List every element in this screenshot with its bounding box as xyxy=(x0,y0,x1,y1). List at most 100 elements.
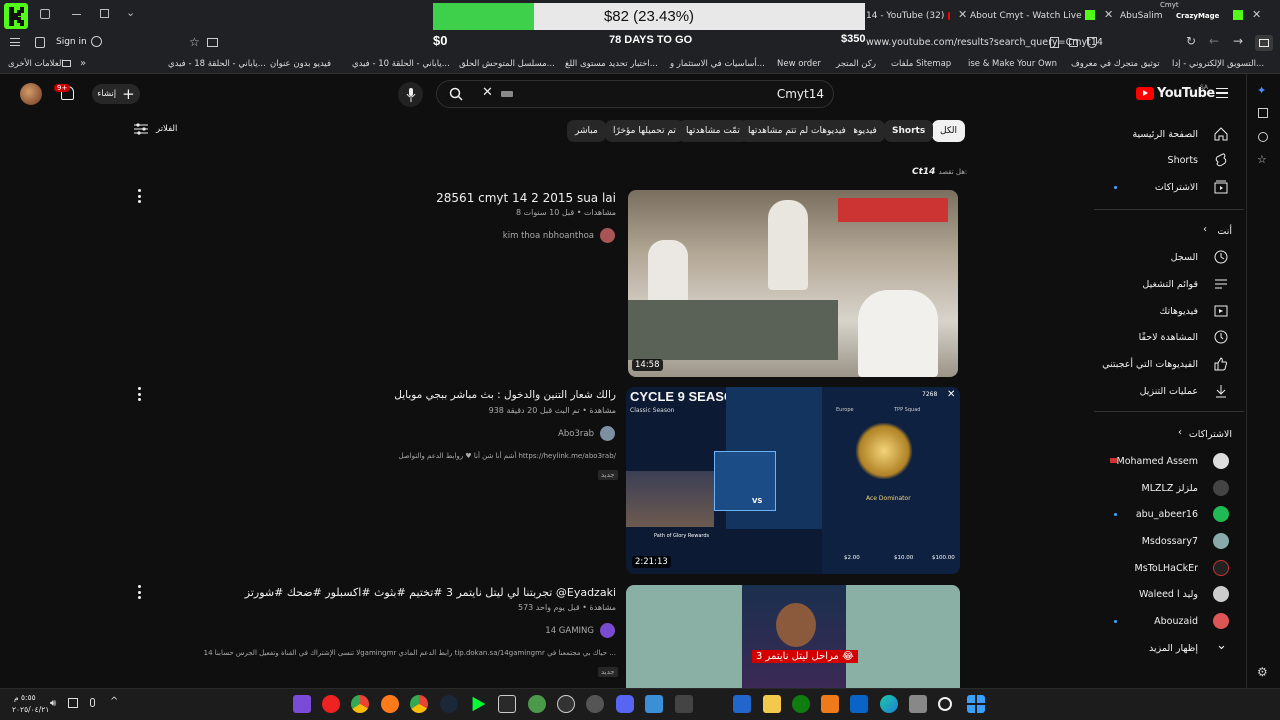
search-input[interactable]: Cmyt14 xyxy=(700,87,824,101)
show-more-button[interactable]: إظهار المزيد xyxy=(1149,643,1198,654)
video-title[interactable]: تجربتنا لي ليتل نايتمر 3 #تختيم #بثوث #ا… xyxy=(245,586,616,599)
chip-all[interactable]: الكل xyxy=(932,120,966,142)
avatar[interactable] xyxy=(20,83,42,105)
xbox-app-icon[interactable] xyxy=(528,695,546,713)
subscription-item[interactable]: Abouzaid xyxy=(1154,616,1198,627)
sidebar-item-home[interactable]: الصفحة الرئيسية xyxy=(1132,129,1198,140)
app-icon-orange[interactable] xyxy=(821,695,839,713)
app-icon-grey[interactable] xyxy=(909,695,927,713)
chip-watched[interactable]: تمّت مشاهدتها xyxy=(678,120,748,142)
channel-name[interactable]: 14 GAMING xyxy=(545,626,594,636)
create-button[interactable]: إنشاء + xyxy=(92,84,140,104)
reader-mode-icon[interactable] xyxy=(207,38,218,47)
sidebar-item-downloads[interactable]: عمليات التنزيل xyxy=(1140,386,1198,397)
discord-icon[interactable] xyxy=(616,695,634,713)
bookmark-item[interactable]: توثيق متجرك في معروف xyxy=(1071,59,1160,69)
video-title[interactable]: رالك شعار التنين والدخول : بث مباشر ببجي… xyxy=(394,389,616,401)
sidebar-item-your-videos[interactable]: فيديوهاتك xyxy=(1159,306,1198,317)
clear-search-icon[interactable]: ✕ xyxy=(482,85,493,100)
filters-button[interactable]: الفلاتر xyxy=(134,123,177,135)
subscription-item[interactable]: MsToLHaCkEr xyxy=(1135,563,1198,574)
sidebar-item-shorts[interactable]: Shorts xyxy=(1168,155,1198,166)
close-thumb-icon[interactable]: ✕ xyxy=(947,389,955,400)
favorites-panel-icon[interactable]: ☆ xyxy=(1257,153,1267,166)
bookmark-item[interactable]: التسويق الإلكتروني - إدا... xyxy=(1172,59,1264,69)
network-icon[interactable] xyxy=(68,698,78,708)
xbox-icon[interactable] xyxy=(792,695,810,713)
bookmark-item[interactable]: العلامات الأخرى xyxy=(8,59,64,69)
chip-unwatched[interactable]: فيديوهات لم تتم مشاهدتها xyxy=(740,120,854,142)
subscription-item[interactable]: Mohamed Assem xyxy=(1117,456,1199,467)
steam-icon[interactable] xyxy=(440,695,458,713)
did-you-mean-term[interactable]: Ct14 xyxy=(912,167,935,177)
more-options-icon[interactable] xyxy=(136,585,142,599)
hamburger-menu-icon[interactable] xyxy=(1216,88,1228,98)
video-thumbnail[interactable]: CYCLE 9 SEASON 26 Classic Season VS 7268… xyxy=(626,387,960,574)
app-icon-purple[interactable] xyxy=(293,695,311,713)
windows-start-icon[interactable] xyxy=(967,695,985,713)
app-icon-blue-check[interactable] xyxy=(733,695,751,713)
voice-search-button[interactable] xyxy=(398,82,423,107)
extensions-icon[interactable] xyxy=(35,37,45,48)
epic-games-icon[interactable] xyxy=(498,695,516,713)
tab-actions-icon[interactable] xyxy=(40,9,50,19)
menu-icon[interactable] xyxy=(10,38,20,46)
settings-gear-icon[interactable]: ⚙ xyxy=(1257,665,1268,679)
subscription-item[interactable]: MLZLZ ملزلز xyxy=(1142,483,1198,494)
chip-recent[interactable]: تم تحميلها مؤخرًا xyxy=(605,120,684,142)
photos-icon[interactable] xyxy=(645,695,663,713)
search-button[interactable] xyxy=(443,82,469,106)
tab-kick-cmyt[interactable]: About Cmyt - Watch Live on K xyxy=(970,5,1085,27)
more-options-icon[interactable] xyxy=(136,189,142,203)
close-tab-icon[interactable]: ✕ xyxy=(958,8,967,21)
star-icon[interactable]: ☆ xyxy=(189,35,200,49)
subscription-item[interactable]: Waleed l وليد xyxy=(1139,589,1198,600)
outlook-icon[interactable] xyxy=(850,695,868,713)
firefox-icon[interactable] xyxy=(381,695,399,713)
bookmark-item[interactable]: ياباني - الحلقة 10 - فيدي... xyxy=(352,59,450,69)
tab-youtube[interactable]: 14 - YouTube (32) xyxy=(866,5,950,27)
bookmark-item[interactable]: فيديو بدون عنوان xyxy=(270,59,331,69)
bookmark-item[interactable]: أساسيات في الاستثمار و... xyxy=(670,59,765,69)
media-player-icon[interactable] xyxy=(557,695,575,713)
bookmark-item[interactable]: ise & Make Your Own xyxy=(968,59,1057,69)
forward-arrow-icon[interactable]: → xyxy=(1233,34,1243,48)
chevron-up-icon[interactable]: ^ xyxy=(110,696,118,707)
collections-icon[interactable] xyxy=(1258,108,1268,118)
sidebar-item-liked[interactable]: الفيديوهات التي أعجبتني xyxy=(1102,359,1198,370)
subscription-item[interactable]: abu_abeer16 xyxy=(1136,509,1198,520)
back-arrow-icon[interactable]: ← xyxy=(1209,34,1219,48)
file-explorer-icon[interactable] xyxy=(763,695,781,713)
channel-name[interactable]: kim thoa nbhoanthoa xyxy=(503,231,594,241)
chrome-icon[interactable] xyxy=(410,695,428,713)
sidebar-item-playlists[interactable]: قوائم التشغيل xyxy=(1142,279,1198,290)
search-taskbar-icon[interactable] xyxy=(938,697,952,711)
chrome-icon[interactable] xyxy=(351,695,369,713)
channel-avatar[interactable] xyxy=(600,228,615,243)
close-tab-icon[interactable]: ✕ xyxy=(1104,8,1113,21)
bookmark-item[interactable]: ياباني - الحلقة 18 - فيدي... xyxy=(168,59,266,69)
more-options-icon[interactable] xyxy=(136,387,142,401)
sidebar-item-watch-later[interactable]: المشاهدة لاحقًا xyxy=(1139,332,1198,343)
address-bar[interactable]: www.youtube.com/results?search_query=Cmy… xyxy=(866,37,1103,48)
bookmarks-overflow-icon[interactable]: » xyxy=(80,58,86,69)
keyboard-icon[interactable] xyxy=(501,91,513,97)
history-panel-icon[interactable] xyxy=(1258,132,1268,142)
chip-live[interactable]: مباشر xyxy=(567,120,606,142)
sidebar-item-subscriptions[interactable]: الاشتراكات xyxy=(1155,182,1198,193)
copy-icon[interactable] xyxy=(1050,37,1059,48)
bookmark-item[interactable]: مسلسل المتوحش الحلق... xyxy=(459,59,555,69)
sidebar-toggle-icon[interactable] xyxy=(1255,35,1273,51)
maximize-icon[interactable] xyxy=(100,9,109,18)
youtube-app-icon[interactable] xyxy=(322,695,340,713)
copilot-icon[interactable]: ✦ xyxy=(1257,84,1266,97)
subscription-item[interactable]: Msdossary7 xyxy=(1142,536,1198,547)
sidebar-subs-header[interactable]: الاشتراكات xyxy=(1189,429,1232,440)
channel-avatar[interactable] xyxy=(600,623,615,638)
video-thumbnail[interactable] xyxy=(628,190,958,377)
bookmark-item[interactable]: ملفات Sitemap xyxy=(891,59,951,69)
minimize-icon[interactable] xyxy=(72,14,81,15)
mic-tray-icon[interactable] xyxy=(90,698,95,707)
bookmark-item[interactable]: اختبار تحديد مستوى اللغ... xyxy=(565,59,658,69)
sidebar-you-header[interactable]: أنت xyxy=(1217,226,1232,237)
